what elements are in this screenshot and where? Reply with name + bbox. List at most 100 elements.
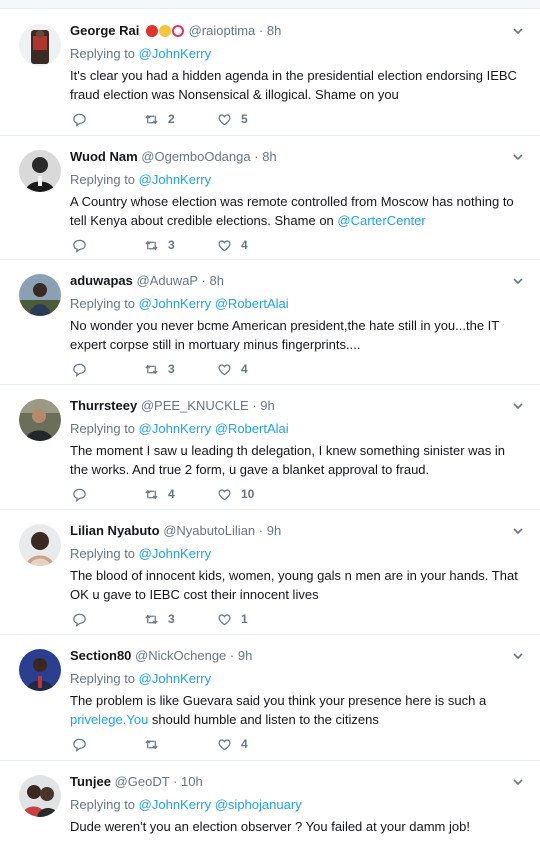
timestamp[interactable]: 9h bbox=[267, 523, 281, 538]
tweet-actions: 2 5 bbox=[72, 110, 392, 128]
replying-to: Replying to @JohnKerry @RobertAlai bbox=[70, 296, 289, 312]
replying-prefix: Replying to bbox=[70, 546, 139, 561]
tweet-header: aduwapas @AduwaP · 8h bbox=[70, 272, 224, 290]
retweet-button[interactable] bbox=[144, 735, 168, 753]
like-button[interactable]: 5 bbox=[217, 110, 248, 128]
mention-link[interactable]: @JohnKerry bbox=[139, 172, 211, 187]
reply-button[interactable] bbox=[72, 610, 87, 628]
tweet[interactable]: Tunjee @GeoDT · 10h Replying to @JohnKer… bbox=[0, 761, 540, 848]
retweet-count: 4 bbox=[168, 487, 175, 501]
chevron-down-icon[interactable] bbox=[512, 151, 524, 163]
tweet-body: The moment I saw u leading th delegation… bbox=[70, 443, 506, 477]
reply-button[interactable] bbox=[72, 485, 87, 503]
like-button[interactable]: 10 bbox=[217, 485, 254, 503]
tweet[interactable]: Lilian Nyabuto @NyabutoLilian · 9h Reply… bbox=[0, 510, 540, 635]
mention-link[interactable]: @RobertAlai bbox=[215, 296, 289, 311]
reply-icon bbox=[73, 363, 86, 377]
display-name[interactable]: George Rai bbox=[70, 23, 139, 38]
handle[interactable]: @NyabutoLilian bbox=[163, 523, 255, 538]
chevron-down-icon[interactable] bbox=[512, 275, 524, 287]
like-count: 4 bbox=[241, 362, 248, 376]
tweet-body: Dude weren't you an election observer ? … bbox=[70, 819, 470, 834]
display-name[interactable]: aduwapas bbox=[70, 273, 133, 288]
avatar[interactable] bbox=[19, 524, 61, 566]
chevron-down-icon[interactable] bbox=[512, 25, 524, 37]
timestamp[interactable]: 9h bbox=[260, 398, 274, 413]
tweet[interactable]: George Rai @raioptima · 8h Replying to @… bbox=[0, 10, 540, 136]
reply-icon bbox=[73, 113, 86, 127]
mention-link[interactable]: @siphojanuary bbox=[215, 797, 302, 812]
name-emojis bbox=[145, 24, 185, 42]
top-border bbox=[0, 0, 540, 9]
heart-icon bbox=[218, 113, 231, 125]
tweet[interactable]: Section80 @NickOchenge · 9h Replying to … bbox=[0, 635, 540, 761]
retweet-button[interactable]: 3 bbox=[144, 236, 175, 254]
reply-button[interactable] bbox=[72, 735, 87, 753]
like-count: 4 bbox=[241, 238, 248, 252]
timestamp[interactable]: 8h bbox=[262, 149, 276, 164]
timestamp[interactable]: 8h bbox=[209, 273, 223, 288]
tweet-link[interactable]: privelege.You bbox=[70, 712, 148, 727]
like-button[interactable]: 4 bbox=[217, 360, 248, 378]
handle[interactable]: @PEE_KNUCKLE bbox=[141, 398, 249, 413]
reply-button[interactable] bbox=[72, 110, 87, 128]
handle[interactable]: @AduwaP bbox=[136, 273, 197, 288]
retweet-button[interactable]: 3 bbox=[144, 610, 175, 628]
heart-icon bbox=[218, 488, 231, 500]
retweet-button[interactable]: 3 bbox=[144, 360, 175, 378]
timestamp[interactable]: 9h bbox=[238, 648, 252, 663]
avatar[interactable] bbox=[19, 775, 61, 817]
tweet[interactable]: aduwapas @AduwaP · 8h Replying to @JohnK… bbox=[0, 260, 540, 385]
tweet-header: George Rai @raioptima · 8h bbox=[70, 22, 281, 42]
like-count: 10 bbox=[241, 487, 255, 501]
chevron-down-icon[interactable] bbox=[512, 525, 524, 537]
heart-icon bbox=[218, 239, 231, 251]
mention-link[interactable]: @JohnKerry bbox=[139, 421, 211, 436]
heart-icon bbox=[218, 613, 231, 625]
like-button[interactable]: 1 bbox=[217, 610, 248, 628]
display-name[interactable]: Tunjee bbox=[70, 774, 111, 789]
handle[interactable]: @raioptima bbox=[189, 23, 256, 38]
mention-link[interactable]: @JohnKerry bbox=[139, 296, 211, 311]
avatar[interactable] bbox=[19, 399, 61, 441]
chevron-down-icon[interactable] bbox=[512, 776, 524, 788]
reply-icon bbox=[73, 738, 86, 752]
mention-link[interactable]: @JohnKerry bbox=[139, 46, 211, 61]
smiling-face-emoji-icon bbox=[158, 25, 171, 37]
display-name[interactable]: Lilian Nyabuto bbox=[70, 523, 160, 538]
avatar[interactable] bbox=[19, 24, 61, 66]
reply-button[interactable] bbox=[72, 236, 87, 254]
handle[interactable]: @GeoDT bbox=[115, 774, 170, 789]
replying-to: Replying to @JohnKerry bbox=[70, 671, 211, 687]
retweet-button[interactable]: 4 bbox=[144, 485, 175, 503]
retweet-button[interactable]: 2 bbox=[144, 110, 175, 128]
mention-link[interactable]: @JohnKerry bbox=[139, 671, 211, 686]
like-button[interactable]: 4 bbox=[217, 735, 248, 753]
avatar[interactable] bbox=[19, 649, 61, 691]
tweet-text: The blood of innocent kids, women, young… bbox=[70, 566, 522, 604]
chevron-down-icon[interactable] bbox=[512, 650, 524, 662]
mention-link[interactable]: @JohnKerry bbox=[139, 546, 211, 561]
avatar[interactable] bbox=[19, 150, 61, 192]
display-name[interactable]: Section80 bbox=[70, 648, 131, 663]
display-name[interactable]: Thurrsteey bbox=[70, 398, 137, 413]
display-name[interactable]: Wuod Nam bbox=[70, 149, 138, 164]
mention-link[interactable]: @JohnKerry bbox=[139, 797, 211, 812]
tweet[interactable]: Thurrsteey @PEE_KNUCKLE · 9h Replying to… bbox=[0, 385, 540, 510]
replying-prefix: Replying to bbox=[70, 797, 139, 812]
retweet-icon bbox=[145, 364, 158, 374]
handle[interactable]: @OgemboOdanga bbox=[141, 149, 250, 164]
timestamp[interactable]: 8h bbox=[267, 23, 281, 38]
reply-button[interactable] bbox=[72, 360, 87, 378]
like-count: 4 bbox=[241, 737, 248, 751]
heart-emoji-icon bbox=[171, 25, 184, 37]
like-button[interactable]: 4 bbox=[217, 236, 248, 254]
mention-link[interactable]: @RobertAlai bbox=[215, 421, 289, 436]
mention-link[interactable]: @CarterCenter bbox=[337, 213, 425, 228]
avatar[interactable] bbox=[19, 274, 61, 316]
reply-icon bbox=[73, 488, 86, 502]
chevron-down-icon[interactable] bbox=[512, 400, 524, 412]
handle[interactable]: @NickOchenge bbox=[135, 648, 226, 663]
timestamp[interactable]: 10h bbox=[181, 774, 203, 789]
tweet[interactable]: Wuod Nam @OgemboOdanga · 8h Replying to … bbox=[0, 136, 540, 260]
